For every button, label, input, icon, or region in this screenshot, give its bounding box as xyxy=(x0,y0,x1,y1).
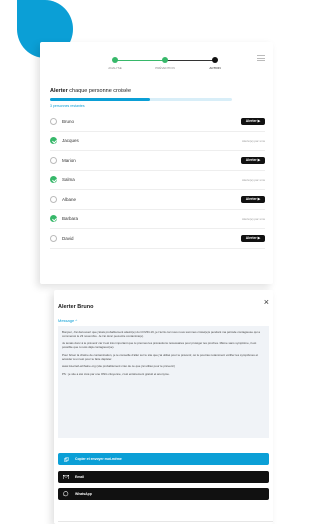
email-label: Email xyxy=(75,475,85,479)
message-paragraph: www.ALerterLaChaine.org (site probableme… xyxy=(62,364,175,369)
person-name: Barbara xyxy=(62,216,79,222)
checked-icon[interactable] xyxy=(50,176,57,184)
whatsapp-label: WhatsApp xyxy=(75,492,92,496)
person-name: Albane xyxy=(62,196,77,202)
alert-progress-bar xyxy=(50,98,232,101)
alert-panel-title: Alerter chaque personne croisée xyxy=(50,88,132,94)
copy-send-label: Copier et envoyer mot-même xyxy=(75,457,122,461)
message-toggle[interactable]: Message ^ xyxy=(58,318,77,323)
checked-icon[interactable] xyxy=(50,137,57,145)
whatsapp-icon xyxy=(63,491,69,497)
email-button[interactable]: Email xyxy=(58,471,269,483)
unchecked-circle-icon[interactable] xyxy=(50,234,57,242)
alerted-status: Alerté(e) par sms xyxy=(241,216,265,221)
message-paragraph: Pour briser la chaîne de contamination, … xyxy=(62,352,258,361)
alert-panel: Analyse Prévention Action Alerter chaque… xyxy=(40,42,273,284)
divider xyxy=(58,521,273,522)
person-row: David Alerter ▶ xyxy=(50,229,265,249)
modal-title: Alerter Bruno xyxy=(58,304,94,310)
stepper-line-done xyxy=(115,60,165,61)
step-label-2: Prévention xyxy=(155,66,175,70)
copy-icon xyxy=(63,456,69,462)
person-row: Barbara Alerté(e) par sms xyxy=(50,210,265,229)
unchecked-circle-icon[interactable] xyxy=(50,117,57,125)
person-row: Salma Alerté(e) par sms xyxy=(50,171,265,190)
copy-send-button[interactable]: Copier et envoyer mot-même xyxy=(58,453,269,465)
stepper-line-current xyxy=(165,60,215,61)
alert-progress-fill xyxy=(50,98,151,101)
person-name: David xyxy=(62,235,74,241)
alert-modal: Alerter Bruno × Message ^ Bonjour, J'ai … xyxy=(54,290,273,524)
step-label-3: Action xyxy=(209,66,221,70)
person-list: Bruno Alerter ▶ Jacques Alerté(e) par sms Ma… xyxy=(50,112,265,249)
step-label-1: Analyse xyxy=(108,66,122,70)
person-name: Salma xyxy=(62,177,75,183)
person-row: Albane Alerter ▶ xyxy=(50,190,265,210)
close-icon[interactable]: × xyxy=(264,298,269,307)
step-dot-1 xyxy=(112,57,118,63)
person-row: Marion Alerter ▶ xyxy=(50,151,265,171)
whatsapp-button[interactable]: WhatsApp xyxy=(58,488,269,500)
alerted-status: Alerté(e) par sms xyxy=(241,138,265,143)
progress-stepper: Analyse Prévention Action xyxy=(108,56,221,76)
message-paragraph: Je tenais donc à te prévenir car il est … xyxy=(62,341,257,350)
alert-button[interactable]: Alerter ▶ xyxy=(241,156,265,164)
message-paragraph: PS : je site a été créé par une ONG cito… xyxy=(62,371,170,376)
menu-icon[interactable] xyxy=(257,55,265,61)
unchecked-circle-icon[interactable] xyxy=(50,195,57,203)
alerted-status: Alerté(e) par sms xyxy=(241,177,265,182)
email-icon xyxy=(63,474,69,480)
person-name: Marion xyxy=(62,157,76,163)
person-row: Bruno Alerter ▶ xyxy=(50,112,265,132)
checked-icon[interactable] xyxy=(50,215,57,223)
person-name: Jacques xyxy=(62,138,79,144)
person-row: Jacques Alerté(e) par sms xyxy=(50,132,265,151)
unchecked-circle-icon[interactable] xyxy=(50,156,57,164)
alert-button[interactable]: Alerter ▶ xyxy=(241,195,265,203)
alert-button[interactable]: Alerter ▶ xyxy=(241,117,265,125)
alert-button[interactable]: Alerter ▶ xyxy=(241,234,265,242)
message-paragraph: Bonjour, J'ai découvert que j'étais prob… xyxy=(62,330,261,338)
remaining-count: 3 personnes restantes xyxy=(50,104,85,108)
person-name: Bruno xyxy=(62,118,75,124)
step-dot-3 xyxy=(212,57,218,63)
message-body[interactable]: Bonjour, J'ai découvert que j'étais prob… xyxy=(58,326,269,438)
step-dot-2 xyxy=(162,57,168,63)
